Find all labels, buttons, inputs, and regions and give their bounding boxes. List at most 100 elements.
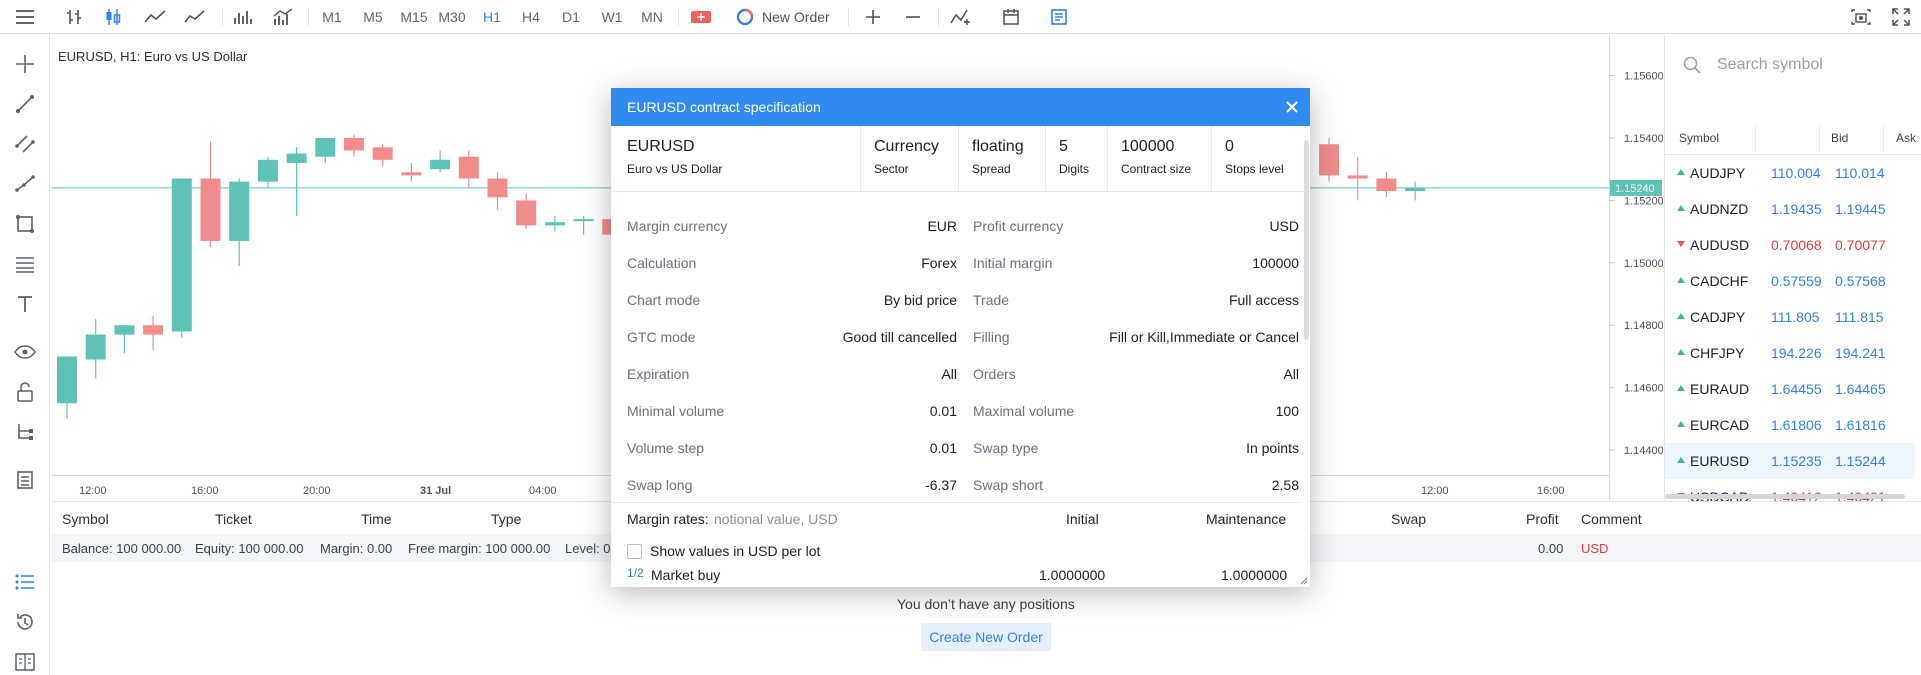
column-ticket[interactable]: Ticket xyxy=(215,511,252,527)
watchlist-ask: 1.19445 xyxy=(1835,201,1886,217)
watchlist-bid: 194.226 xyxy=(1771,345,1822,361)
property-row: Orders All xyxy=(973,356,1299,393)
column-time[interactable]: Time xyxy=(361,511,392,527)
indicators-icon[interactable] xyxy=(268,0,298,34)
property-key: Swap long xyxy=(627,477,693,493)
property-value: All xyxy=(941,366,957,382)
journal-icon[interactable] xyxy=(9,646,41,675)
show-usd-per-lot-label[interactable]: Show values in USD per lot xyxy=(650,543,820,559)
resize-handle-icon[interactable] xyxy=(1300,577,1308,585)
trend-line-icon[interactable] xyxy=(9,88,41,120)
balance-label: Balance: 100 000.00 xyxy=(62,541,182,556)
lock-icon[interactable] xyxy=(9,376,41,408)
timeframe-m1[interactable]: M1 xyxy=(318,0,346,34)
dialog-scrollbar[interactable] xyxy=(1304,140,1309,340)
text-tool-icon[interactable] xyxy=(9,288,41,320)
column-bid[interactable]: Bid xyxy=(1831,131,1848,145)
new-order-icon[interactable] xyxy=(734,0,756,34)
watchlist-row[interactable]: CHFJPY 194.226 194.241 xyxy=(1665,335,1915,371)
arrow-up-icon xyxy=(1677,205,1685,211)
property-row: Maximal volume 100 xyxy=(973,393,1299,430)
template-icon[interactable] xyxy=(1044,0,1074,34)
timeframe-m15[interactable]: M15 xyxy=(396,0,432,34)
time-tick-label: 16:00 xyxy=(191,485,219,497)
show-usd-per-lot-checkbox[interactable] xyxy=(627,544,642,559)
candle-body xyxy=(372,147,393,160)
zoom-out-icon[interactable] xyxy=(898,0,928,34)
column-symbol[interactable]: Symbol xyxy=(62,511,109,527)
timeframe-d1[interactable]: D1 xyxy=(556,0,586,34)
bar-chart-icon[interactable] xyxy=(60,0,88,34)
candle-body xyxy=(487,178,508,198)
free-margin-label: Free margin: 100 000.00 xyxy=(408,541,551,556)
zoom-in-icon[interactable] xyxy=(858,0,888,34)
property-value: USD xyxy=(1269,218,1299,234)
watchlist-row[interactable]: EURCAD 1.61806 1.61816 xyxy=(1665,407,1915,443)
column-profit[interactable]: Profit xyxy=(1526,511,1559,527)
property-key: Margin currency xyxy=(627,218,728,234)
watchlist-row[interactable]: AUDNZD 1.19435 1.19445 xyxy=(1665,191,1915,227)
timeframe-w1[interactable]: W1 xyxy=(597,0,627,34)
property-value: 0.01 xyxy=(929,403,957,419)
new-order-button[interactable]: New Order xyxy=(762,0,836,34)
watchlist-row[interactable]: EURAUD 1.64455 1.64465 xyxy=(1665,371,1915,407)
shapes-icon[interactable] xyxy=(9,208,41,240)
search-symbol-input[interactable] xyxy=(1717,56,1907,74)
column-swap[interactable]: Swap xyxy=(1391,511,1426,527)
column-type[interactable]: Type xyxy=(491,511,521,527)
trade-list-icon[interactable] xyxy=(9,566,41,598)
create-new-order-button[interactable]: Create New Order xyxy=(921,623,1051,651)
property-key: Chart mode xyxy=(627,292,701,308)
property-key: Profit currency xyxy=(973,218,1064,234)
channel-icon[interactable] xyxy=(9,128,41,160)
object-tree-icon[interactable] xyxy=(9,416,41,448)
watchlist-row[interactable]: AUDJPY 110.004 110.014 xyxy=(1665,155,1915,191)
column-ask[interactable]: Ask xyxy=(1896,131,1916,145)
watchlist-row[interactable]: CADCHF 0.57559 0.57568 xyxy=(1665,263,1915,299)
line-chart-icon[interactable] xyxy=(140,0,170,34)
property-key: GTC mode xyxy=(627,329,696,345)
property-value: 100000 xyxy=(1252,255,1299,271)
market-buy-label: Market buy xyxy=(651,567,721,583)
calendar-icon[interactable] xyxy=(996,0,1026,34)
watchlist-symbol: EURUSD xyxy=(1690,453,1750,469)
watchlist-row[interactable]: AUDUSD 0.70068 0.70077 xyxy=(1665,227,1915,263)
column-symbol[interactable]: Symbol xyxy=(1679,131,1719,145)
candle-body xyxy=(286,153,307,163)
close-icon[interactable] xyxy=(1282,97,1302,117)
candlestick-icon[interactable] xyxy=(98,0,128,34)
spec-summary: EURUSD Euro vs US Dollar Currency Sector … xyxy=(611,126,1310,192)
area-chart-icon[interactable] xyxy=(180,0,210,34)
timeframe-m5[interactable]: M5 xyxy=(358,0,388,34)
watchlist-row[interactable]: CADJPY 111.805 111.815 xyxy=(1665,299,1915,335)
fibonacci-icon[interactable] xyxy=(9,248,41,280)
watchlist-bid: 1.15235 xyxy=(1771,453,1822,469)
candle-body xyxy=(344,137,364,151)
horizontal-scrollbar[interactable] xyxy=(1665,494,1905,499)
arrow-up-icon xyxy=(1677,457,1685,463)
screenshot-icon[interactable] xyxy=(1846,0,1876,34)
timeframe-m30[interactable]: M30 xyxy=(434,0,470,34)
property-row: Swap long -6.37 xyxy=(627,467,957,504)
watchlist-bid: 1.64455 xyxy=(1771,381,1822,397)
history-icon[interactable] xyxy=(9,606,41,638)
timeframe-mn[interactable]: MN xyxy=(636,0,668,34)
timeframe-h1[interactable]: H1 xyxy=(477,0,507,34)
one-click-trading-icon[interactable] xyxy=(686,0,716,34)
column-maintenance: Maintenance xyxy=(1206,511,1287,527)
delete-objects-icon[interactable] xyxy=(9,464,41,496)
arrow-up-icon xyxy=(1677,421,1685,427)
fullscreen-icon[interactable] xyxy=(1886,0,1916,34)
timeframe-h4[interactable]: H4 xyxy=(516,0,546,34)
price-tick-label: 1.15000 xyxy=(1624,258,1663,270)
crosshair-icon[interactable] xyxy=(9,48,41,80)
polyline-icon[interactable] xyxy=(9,168,41,200)
watchlist-row[interactable]: EURUSD 1.15235 1.15244 xyxy=(1665,443,1915,479)
volume-icon[interactable] xyxy=(228,0,258,34)
time-tick-label: 04:00 xyxy=(529,485,557,497)
eye-icon[interactable] xyxy=(9,336,41,368)
column-comment[interactable]: Comment xyxy=(1581,511,1642,527)
indicator-add-icon[interactable] xyxy=(946,0,976,34)
menu-icon[interactable] xyxy=(10,0,40,34)
property-value: Fill or Kill,Immediate or Cancel xyxy=(1109,329,1299,345)
